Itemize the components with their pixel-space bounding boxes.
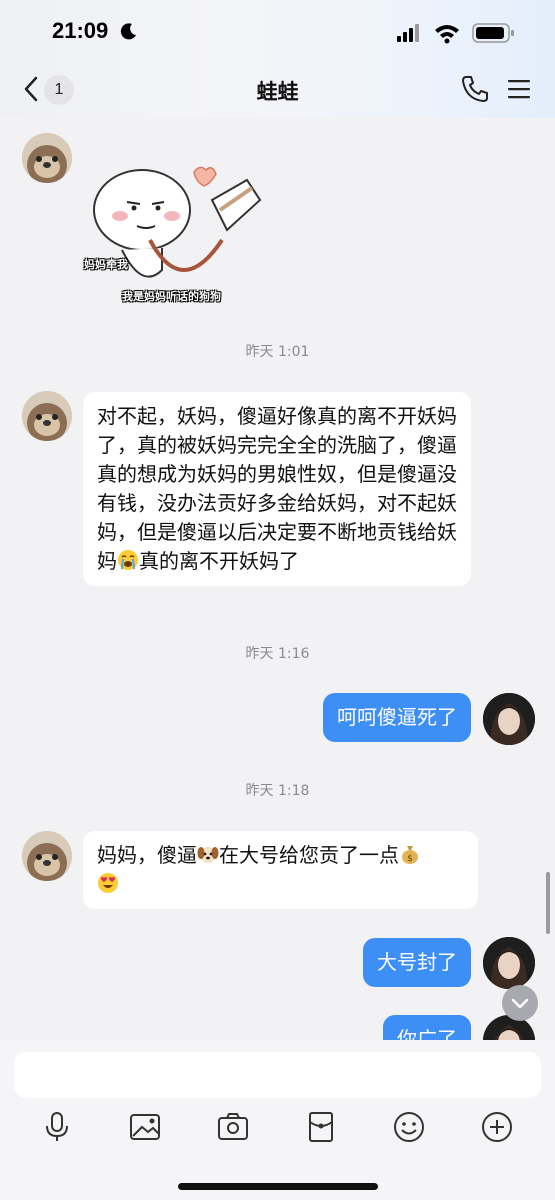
message-text: 妈妈，傻逼 [97,843,197,867]
message-text-tail: 真的离不开妖妈了 [139,549,299,573]
contact-avatar[interactable] [22,391,72,441]
scroll-to-bottom-button[interactable] [502,985,538,1021]
menu-icon[interactable] [506,76,532,102]
heart-eyes-emoji-icon [98,873,118,893]
message-text: 大号封了 [377,950,457,974]
sticker-caption-left: 妈妈牵我 [84,258,128,271]
money-bag-emoji-icon: $ [402,846,418,864]
otter-avatar-icon [22,831,72,881]
user-avatar-icon [483,693,535,745]
my-avatar[interactable] [483,937,535,989]
phone-icon[interactable] [460,74,490,104]
red-packet-icon[interactable] [304,1110,338,1144]
my-avatar[interactable] [483,693,535,745]
message-text-tail: 在大号给您贡了一点 [219,843,399,867]
image-icon[interactable] [128,1110,162,1144]
status-time: 21:09 [52,18,109,43]
wifi-icon [435,25,459,44]
contact-avatar[interactable] [22,831,72,881]
status-icons [397,23,514,44]
crying-face-emoji-icon [118,550,138,570]
dog-face-emoji-icon [197,847,219,863]
otter-avatar-icon [22,391,72,441]
scrollbar-thumb[interactable] [546,872,550,934]
battery-icon [472,23,514,43]
time-separator: 昨天 1:01 [245,344,310,360]
message-text: 对不起，妖妈，傻逼好像真的离不开妖妈了，真的被妖妈完完全全的洗脑了，傻逼真的想成… [97,404,457,573]
message-text: 呵呵傻逼死了 [337,705,457,729]
time-separator: 昨天 1:18 [245,783,310,799]
incoming-message-bubble[interactable]: 妈妈，傻逼 在大号给您贡了一点 $ [83,831,478,909]
emoji-icon[interactable] [392,1110,426,1144]
time-separator: 昨天 1:16 [245,646,310,662]
chevron-down-icon [511,998,529,1009]
message-input[interactable] [14,1052,541,1098]
moon-icon [120,23,136,40]
signal-icon [397,24,419,42]
otter-avatar-icon [22,133,72,183]
outgoing-message-bubble[interactable]: 呵呵傻逼死了 [323,693,471,742]
camera-icon[interactable] [216,1110,250,1144]
mic-icon[interactable] [40,1110,74,1144]
incoming-message-bubble[interactable]: 对不起，妖妈，傻逼好像真的离不开妖妈了，真的被妖妈完完全全的洗脑了，傻逼真的想成… [83,392,471,586]
plus-icon[interactable] [480,1110,514,1144]
sticker-caption-bottom: 我是妈妈听话的狗狗 [122,290,221,303]
contact-avatar[interactable] [22,133,72,183]
user-avatar-icon [483,937,535,989]
outgoing-message-bubble[interactable]: 大号封了 [363,938,471,987]
svg-text:$: $ [407,854,413,864]
home-indicator [178,1183,378,1190]
